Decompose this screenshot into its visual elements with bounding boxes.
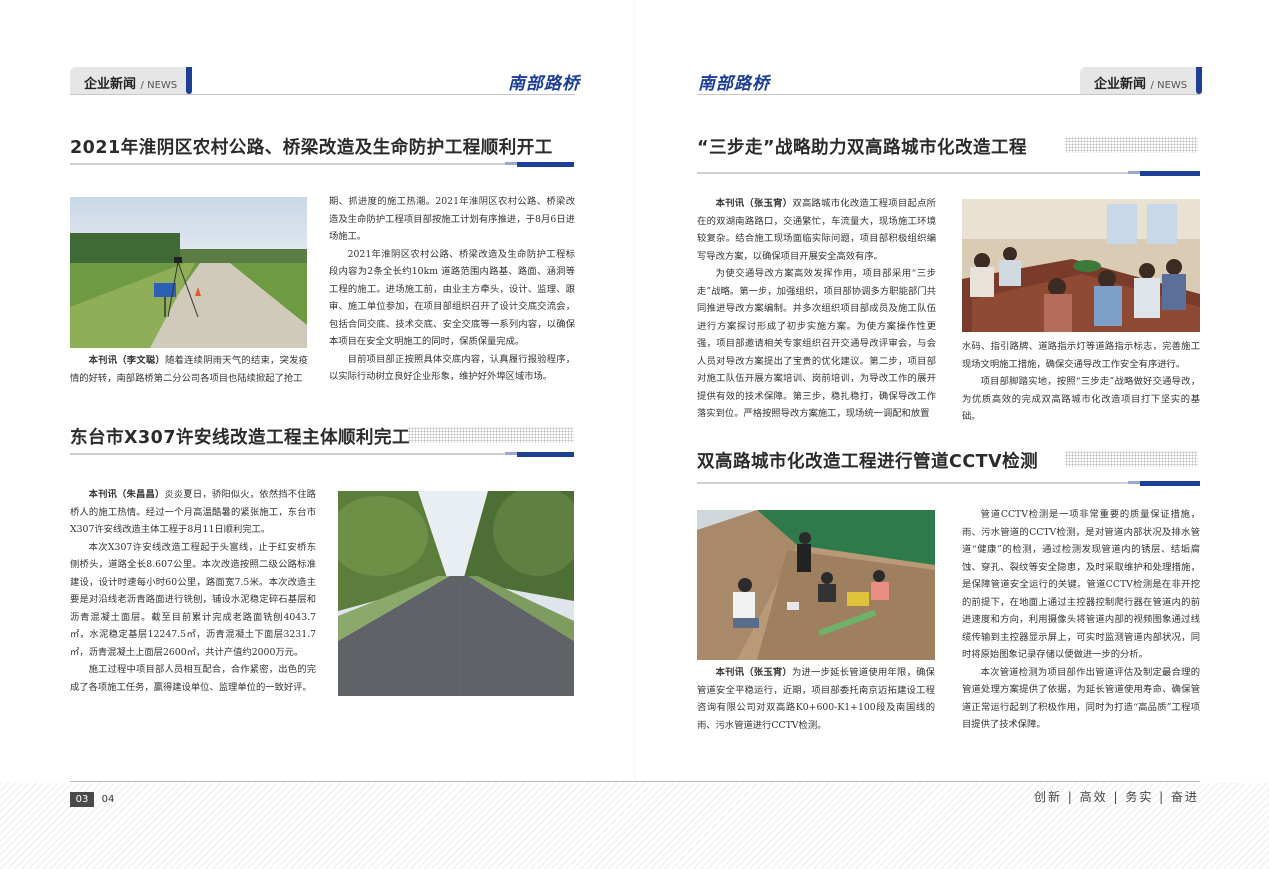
title-dots: [1065, 137, 1198, 153]
footer-slogan: 创新 | 高效 | 务实 | 奋进: [1033, 790, 1199, 804]
tab-accent-bar: [1196, 67, 1202, 94]
article-lead: 本刊讯（张玉宵）为进一步延长管道使用年限，确保管道安全平稳运行，近期，项目部委托…: [697, 664, 935, 736]
page-left: 企业新闻 / NEWS 南部路桥 2021年淮阴区农村公路、桥梁改造及生命防护工…: [0, 0, 634, 869]
article-body: 本刊讯（张玉宵）双高路城市化改造工程项目起点所在的双湖南路路口，交通繁忙，车流量…: [697, 195, 936, 427]
header-rule: [70, 94, 575, 95]
title-rule: [697, 172, 1142, 174]
section-sub-text: / NEWS: [1150, 80, 1188, 91]
footer-rule: [70, 781, 1200, 782]
section-label-text: 企业新闻: [84, 77, 137, 92]
article-column: 期、抓进度的施工热潮。2021年淮阴区农村公路、桥梁改造及生命防护工程项目部按施…: [329, 193, 575, 391]
section-label: 企业新闻 / NEWS: [1094, 73, 1187, 92]
title-dots: [1065, 451, 1198, 467]
article-column: 管道CCTV检测是一项非常重要的质量保证措施，雨、污水管道的CCTV检测，是对管…: [962, 506, 1200, 738]
brand-logo: 南部路桥: [698, 74, 770, 94]
asphalt-road-photo-icon: [338, 491, 574, 696]
meeting-room-photo-icon: [962, 199, 1200, 332]
page-number-current: 03: [70, 792, 94, 807]
paragraph: 施工过程中项目部人员相互配合，合作紧密，出色的完成了各项施工任务，赢得建设单位、…: [70, 664, 316, 693]
brand-logo: 南部路桥: [508, 74, 580, 94]
title-dots: [408, 427, 574, 443]
article-lead: 本刊讯（李文聪）随着连续阴雨天气的结束，突发疫情的好转，南部路桥第二分公司各项目…: [70, 352, 308, 390]
paragraph: 本刊讯（张玉宵）双高路城市化改造工程项目起点所在的双湖南路路口，交通繁忙，车流量…: [697, 195, 936, 265]
paragraph: 本次X307许安线改造工程起于头富线，止于红安桥东侧桥头，道路全长8.607公里…: [70, 541, 316, 658]
article-column: 水码、指引路牌、道路指示灯等道路指示标志，完善施工现场文明施工措施，确保交通导改…: [962, 338, 1200, 428]
byline: 本刊讯（张玉宵）: [715, 198, 793, 209]
rural-road-construction-photo-icon: [70, 197, 307, 348]
article-title: “三步走”战略助力双高路城市化改造工程: [697, 138, 1028, 158]
paragraph: 项目部脚踏实地，按照“三步走”战略做好交通导改，为优质高效的完成双高路城市化改造…: [962, 376, 1200, 422]
page-right: 南部路桥 企业新闻 / NEWS “三步走”战略助力双高路城市化改造工程 本刊讯…: [635, 0, 1269, 869]
section-sub-text: / NEWS: [140, 80, 178, 91]
paragraph: 水码、指引路牌、道路指示灯等道路指示标志，完善施工现场文明施工措施，确保交通导改…: [962, 341, 1200, 370]
title-rule-accent: [505, 162, 517, 165]
paragraph: 本刊讯（朱昌昌）炎炎夏日，骄阳似火，依然挡不住路桥人的施工热情。经过一个月高温酷…: [70, 486, 316, 539]
article-body: 本刊讯（朱昌昌）炎炎夏日，骄阳似火，依然挡不住路桥人的施工热情。经过一个月高温酷…: [70, 486, 316, 701]
paragraph: 2021年淮阴区农村公路、桥梁改造及生命防护工程标段内容为2条全长约10km 道…: [329, 248, 575, 348]
section-tab: 企业新闻 / NEWS: [70, 67, 192, 94]
title-rule-blue: [517, 162, 574, 167]
title-rule-blue: [1140, 171, 1200, 176]
lead-paragraph: 本刊讯（李文聪）随着连续阴雨天气的结束，突发疫情的好转，南部路桥第二分公司各项目…: [70, 352, 308, 387]
header-rule: [697, 94, 1200, 95]
asphalt-road-photo: [338, 491, 574, 696]
title-rule-accent: [1128, 171, 1140, 174]
title-rule-blue: [1140, 481, 1200, 486]
title-rule: [70, 453, 510, 455]
byline: 本刊讯（张玉宵）: [715, 667, 792, 678]
rural-road-photo: [70, 197, 307, 348]
paragraph: 管道CCTV检测是一项非常重要的质量保证措施，雨、污水管道的CCTV检测，是对管…: [962, 509, 1200, 660]
title-rule-accent: [1128, 481, 1140, 484]
paragraph: 为使交通导改方案高效发挥作用，项目部采用“三步走”战略。第一步，加强组织，项目部…: [697, 268, 936, 419]
title-rule-blue: [517, 452, 574, 457]
paragraph: 本次管道检测为项目部作出管道评估及制定最合理的管道处理方案提供了依据，为延长管道…: [962, 666, 1200, 731]
article-title: 东台市X307许安线改造工程主体顺利完工: [70, 428, 411, 448]
tab-accent-bar: [186, 67, 192, 94]
cctv-inspection-photo: [697, 510, 935, 660]
article-title: 2021年淮阴区农村公路、桥梁改造及生命防护工程顺利开工: [70, 138, 553, 158]
page-number-next: 04: [101, 794, 115, 805]
byline: 本刊讯（朱昌昌）: [88, 489, 165, 500]
cctv-pipeline-inspection-photo-icon: [697, 510, 935, 660]
title-rule-accent: [505, 452, 517, 455]
section-label-text: 企业新闻: [1094, 77, 1147, 92]
meeting-photo: [962, 199, 1200, 332]
lead-paragraph: 本刊讯（张玉宵）为进一步延长管道使用年限，确保管道安全平稳运行，近期，项目部委托…: [697, 664, 935, 734]
title-rule: [697, 482, 1142, 484]
byline: 本刊讯（李文聪）: [88, 355, 165, 366]
article-title: 双高路城市化改造工程进行管道CCTV检测: [697, 452, 1039, 472]
section-label: 企业新闻 / NEWS: [84, 73, 177, 92]
paragraph: 期、抓进度的施工热潮。2021年淮阴区农村公路、桥梁改造及生命防护工程项目部按施…: [329, 196, 575, 242]
section-tab: 企业新闻 / NEWS: [1080, 67, 1202, 94]
paragraph: 目前项目部正按照具体交底内容，认真履行报验程序，以实际行动树立良好企业形象，维护…: [329, 353, 575, 383]
title-rule: [70, 163, 510, 165]
